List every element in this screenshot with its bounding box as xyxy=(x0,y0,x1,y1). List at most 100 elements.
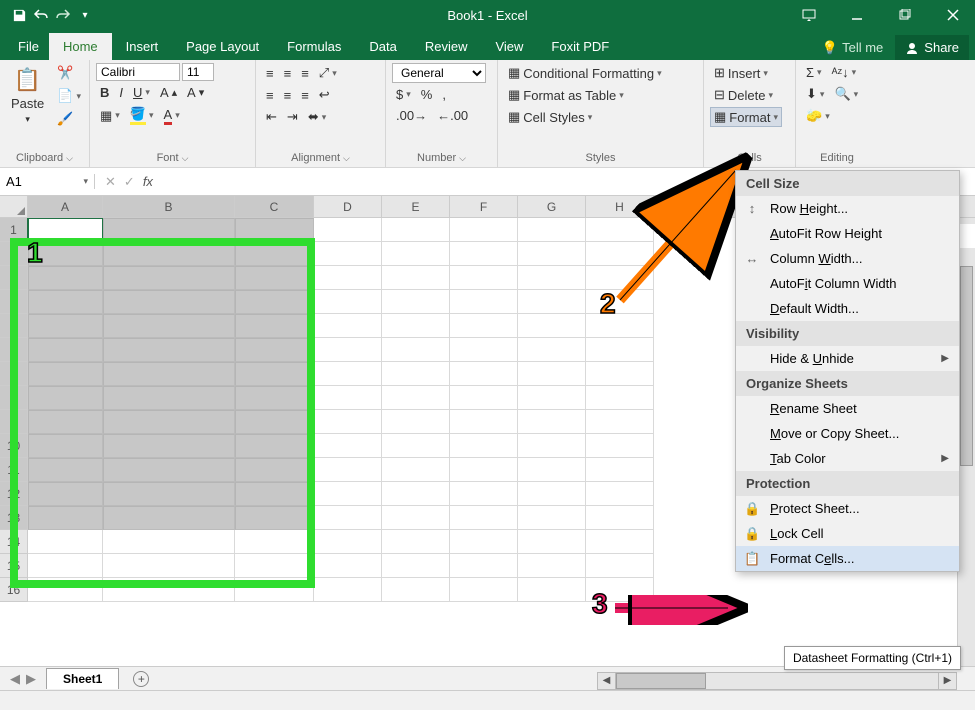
merge-icon[interactable]: ⬌▾ xyxy=(304,107,330,127)
col-header-g[interactable]: G xyxy=(518,196,586,217)
cell[interactable] xyxy=(103,578,235,602)
cell[interactable] xyxy=(450,386,518,410)
row-header[interactable]: 13 xyxy=(0,506,28,530)
cell[interactable] xyxy=(314,242,382,266)
bold-button[interactable]: B xyxy=(96,83,113,102)
format-as-table-button[interactable]: ▦ Format as Table▾ xyxy=(504,85,628,105)
redo-icon[interactable] xyxy=(54,4,72,26)
cell[interactable] xyxy=(450,554,518,578)
cell[interactable] xyxy=(450,506,518,530)
col-header-a[interactable]: A xyxy=(28,196,103,217)
italic-button[interactable]: I xyxy=(115,83,127,102)
cell[interactable] xyxy=(28,386,103,410)
tab-foxit[interactable]: Foxit PDF xyxy=(537,33,623,60)
cell-styles-button[interactable]: ▦ Cell Styles▾ xyxy=(504,107,596,127)
cell[interactable] xyxy=(28,290,103,314)
cell[interactable] xyxy=(235,290,314,314)
grow-font-icon[interactable]: A▴ xyxy=(156,83,181,102)
cell[interactable] xyxy=(450,362,518,386)
cell[interactable] xyxy=(28,338,103,362)
cell[interactable] xyxy=(28,410,103,434)
cell[interactable] xyxy=(28,458,103,482)
cell[interactable] xyxy=(103,314,235,338)
cell[interactable] xyxy=(450,434,518,458)
cell[interactable] xyxy=(103,434,235,458)
cell[interactable] xyxy=(235,506,314,530)
cell[interactable] xyxy=(235,266,314,290)
cell[interactable] xyxy=(28,362,103,386)
cell[interactable] xyxy=(586,218,654,242)
cell[interactable] xyxy=(450,530,518,554)
shrink-font-icon[interactable]: A▾ xyxy=(183,83,208,102)
tab-view[interactable]: View xyxy=(481,33,537,60)
increase-decimal-icon[interactable]: .00→ xyxy=(392,106,431,125)
comma-icon[interactable]: , xyxy=(438,85,450,104)
find-icon[interactable]: 🔍▾ xyxy=(830,84,862,104)
col-header-b[interactable]: B xyxy=(103,196,235,217)
cell[interactable] xyxy=(586,434,654,458)
cell[interactable] xyxy=(103,290,235,314)
cell[interactable] xyxy=(518,482,586,506)
fill-color-icon[interactable]: 🪣▾ xyxy=(126,104,158,127)
cell[interactable] xyxy=(586,554,654,578)
tab-review[interactable]: Review xyxy=(411,33,482,60)
cell[interactable] xyxy=(450,410,518,434)
cell[interactable] xyxy=(103,458,235,482)
cell[interactable] xyxy=(235,242,314,266)
cell[interactable] xyxy=(103,410,235,434)
cell[interactable] xyxy=(518,242,586,266)
align-middle-icon[interactable]: ≡ xyxy=(280,64,296,83)
tell-me[interactable]: 💡 Tell me xyxy=(814,36,891,60)
cell[interactable] xyxy=(382,338,450,362)
cell[interactable] xyxy=(382,362,450,386)
col-header-d[interactable]: D xyxy=(314,196,382,217)
border-icon[interactable]: ▦▾ xyxy=(96,106,124,126)
row-header[interactable]: 8 xyxy=(0,386,28,410)
select-all-corner[interactable] xyxy=(0,196,28,217)
menu-autofit-row[interactable]: AutoFit Row Height xyxy=(736,221,959,246)
cell[interactable] xyxy=(235,314,314,338)
menu-format-cells[interactable]: 📋Format Cells... xyxy=(736,546,959,571)
align-bottom-icon[interactable]: ≡ xyxy=(297,64,313,83)
cell[interactable] xyxy=(586,362,654,386)
cell[interactable] xyxy=(586,266,654,290)
cell[interactable] xyxy=(586,530,654,554)
cell[interactable] xyxy=(450,242,518,266)
cell[interactable] xyxy=(586,458,654,482)
cell[interactable] xyxy=(314,578,382,602)
cell[interactable] xyxy=(382,218,450,242)
cell[interactable] xyxy=(382,458,450,482)
cell[interactable] xyxy=(382,578,450,602)
cell[interactable] xyxy=(28,506,103,530)
cell[interactable] xyxy=(450,290,518,314)
cell[interactable] xyxy=(586,386,654,410)
row-header[interactable]: 7 xyxy=(0,362,28,386)
cell[interactable] xyxy=(28,314,103,338)
cell[interactable] xyxy=(586,506,654,530)
enter-fx-icon[interactable]: ✓ xyxy=(124,174,135,190)
copy-icon[interactable]: 📄▾ xyxy=(53,86,85,106)
cells-format-button[interactable]: ▦ Format ▾ xyxy=(710,107,782,127)
cell[interactable] xyxy=(28,266,103,290)
cell[interactable] xyxy=(103,362,235,386)
ribbon-options-icon[interactable] xyxy=(793,4,825,26)
cell[interactable] xyxy=(450,338,518,362)
cell[interactable] xyxy=(103,266,235,290)
fill-icon[interactable]: ⬇▾ xyxy=(802,84,828,104)
cell[interactable] xyxy=(518,554,586,578)
cell[interactable] xyxy=(314,554,382,578)
cells-delete-button[interactable]: ⊟ Delete ▾ xyxy=(710,85,777,105)
cell[interactable] xyxy=(314,482,382,506)
row-header[interactable]: 3 xyxy=(0,266,28,290)
percent-icon[interactable]: % xyxy=(417,85,437,104)
row-header[interactable]: 6 xyxy=(0,338,28,362)
cell[interactable] xyxy=(28,434,103,458)
cell[interactable] xyxy=(382,554,450,578)
cell[interactable] xyxy=(235,458,314,482)
cell[interactable] xyxy=(314,410,382,434)
col-header-h[interactable]: H xyxy=(586,196,654,217)
cell[interactable] xyxy=(314,530,382,554)
cell[interactable] xyxy=(235,554,314,578)
clear-icon[interactable]: 🧽▾ xyxy=(802,106,834,126)
close-icon[interactable] xyxy=(937,4,969,26)
